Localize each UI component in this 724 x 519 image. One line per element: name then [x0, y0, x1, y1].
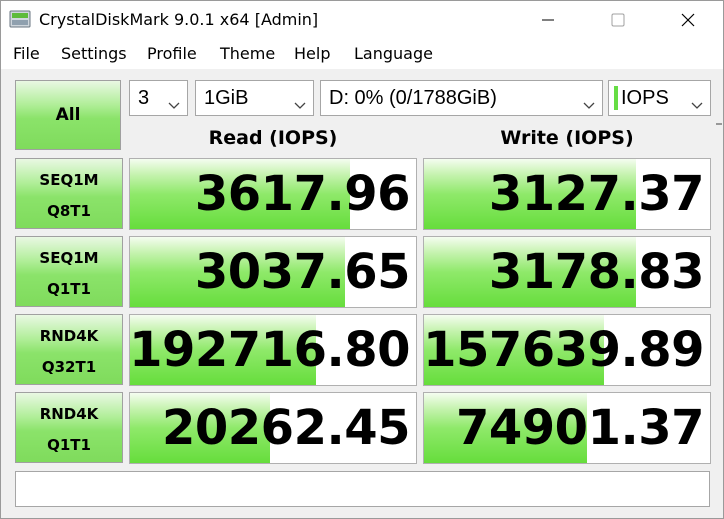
app-window: CrystalDiskMark 9.0.1 x64 [Admin] File S… — [0, 0, 724, 519]
test-label-line2: Q32T1 — [41, 358, 97, 376]
write-result-rnd4k-q32t1: 157639.89 — [423, 314, 711, 386]
drive-value: D: 0% (0/1788GiB) — [329, 87, 497, 109]
test-button-rnd4k-q1t1[interactable]: RND4K Q1T1 — [15, 392, 123, 463]
close-button[interactable] — [653, 1, 723, 39]
test-size-select[interactable]: 1GiB — [195, 80, 314, 116]
comment-field[interactable] — [15, 471, 710, 507]
crystaldiskmark-drive-icon — [9, 9, 31, 29]
run-all-button[interactable]: All — [15, 80, 121, 150]
menu-file[interactable]: File — [13, 44, 40, 63]
chevron-down-icon — [583, 93, 595, 116]
result-value: 20262.45 — [161, 400, 411, 456]
window-title: CrystalDiskMark 9.0.1 x64 [Admin] — [39, 10, 319, 29]
unit-select[interactable]: IOPS — [608, 80, 711, 116]
write-column-header: Write (IOPS) — [500, 127, 634, 149]
result-value: 157639.89 — [423, 322, 704, 378]
result-value: 192716.80 — [129, 322, 410, 378]
menu-language[interactable]: Language — [354, 44, 433, 63]
result-value: 3037.65 — [194, 244, 411, 300]
test-label-line1: SEQ1M — [39, 171, 99, 189]
test-button-rnd4k-q32t1[interactable]: RND4K Q32T1 — [15, 314, 123, 385]
minimize-icon — [542, 14, 554, 26]
read-column-header: Read (IOPS) — [208, 127, 338, 149]
read-result-rnd4k-q32t1: 192716.80 — [129, 314, 417, 386]
menu-theme[interactable]: Theme — [220, 44, 275, 63]
write-result-rnd4k-q1t1: 74901.37 — [423, 392, 711, 464]
test-label-line1: RND4K — [39, 327, 99, 345]
chevron-down-icon — [294, 93, 306, 116]
test-label-line2: Q8T1 — [47, 202, 91, 220]
chevron-down-icon — [691, 93, 703, 116]
test-label-line2: Q1T1 — [47, 280, 91, 298]
unit-indicator — [614, 86, 618, 110]
write-result-seq1m-q1t1: 3178.83 — [423, 236, 711, 308]
read-result-rnd4k-q1t1: 20262.45 — [129, 392, 417, 464]
read-result-seq1m-q8t1: 3617.96 — [129, 158, 417, 230]
test-label-line1: RND4K — [39, 405, 99, 423]
drive-select[interactable]: D: 0% (0/1788GiB) — [320, 80, 603, 116]
maximize-icon — [611, 13, 625, 27]
menu-help[interactable]: Help — [294, 44, 330, 63]
test-button-seq1m-q8t1[interactable]: SEQ1M Q8T1 — [15, 158, 123, 229]
test-count-value: 3 — [138, 87, 150, 109]
result-value: 3127.37 — [488, 166, 705, 222]
result-value: 3178.83 — [488, 244, 705, 300]
chevron-down-icon — [168, 93, 180, 116]
menu-settings[interactable]: Settings — [61, 44, 127, 63]
title-bar[interactable]: CrystalDiskMark 9.0.1 x64 [Admin] — [1, 1, 723, 39]
run-all-label: All — [55, 105, 81, 125]
close-icon — [681, 13, 695, 27]
result-value: 3617.96 — [194, 166, 411, 222]
test-count-select[interactable]: 3 — [129, 80, 188, 116]
minimize-button[interactable] — [513, 1, 583, 39]
menu-bar: File Settings Profile Theme Help Languag… — [1, 39, 723, 69]
test-label-line1: SEQ1M — [39, 249, 99, 267]
test-label-line2: Q1T1 — [47, 436, 91, 454]
test-button-seq1m-q1t1[interactable]: SEQ1M Q1T1 — [15, 236, 123, 307]
menu-profile[interactable]: Profile — [147, 44, 197, 63]
read-result-seq1m-q1t1: 3037.65 — [129, 236, 417, 308]
result-value: 74901.37 — [455, 400, 705, 456]
unit-value: IOPS — [621, 87, 669, 109]
test-size-value: 1GiB — [204, 87, 249, 109]
write-result-seq1m-q8t1: 3127.37 — [423, 158, 711, 230]
maximize-button[interactable] — [583, 1, 653, 39]
divider — [716, 123, 722, 125]
